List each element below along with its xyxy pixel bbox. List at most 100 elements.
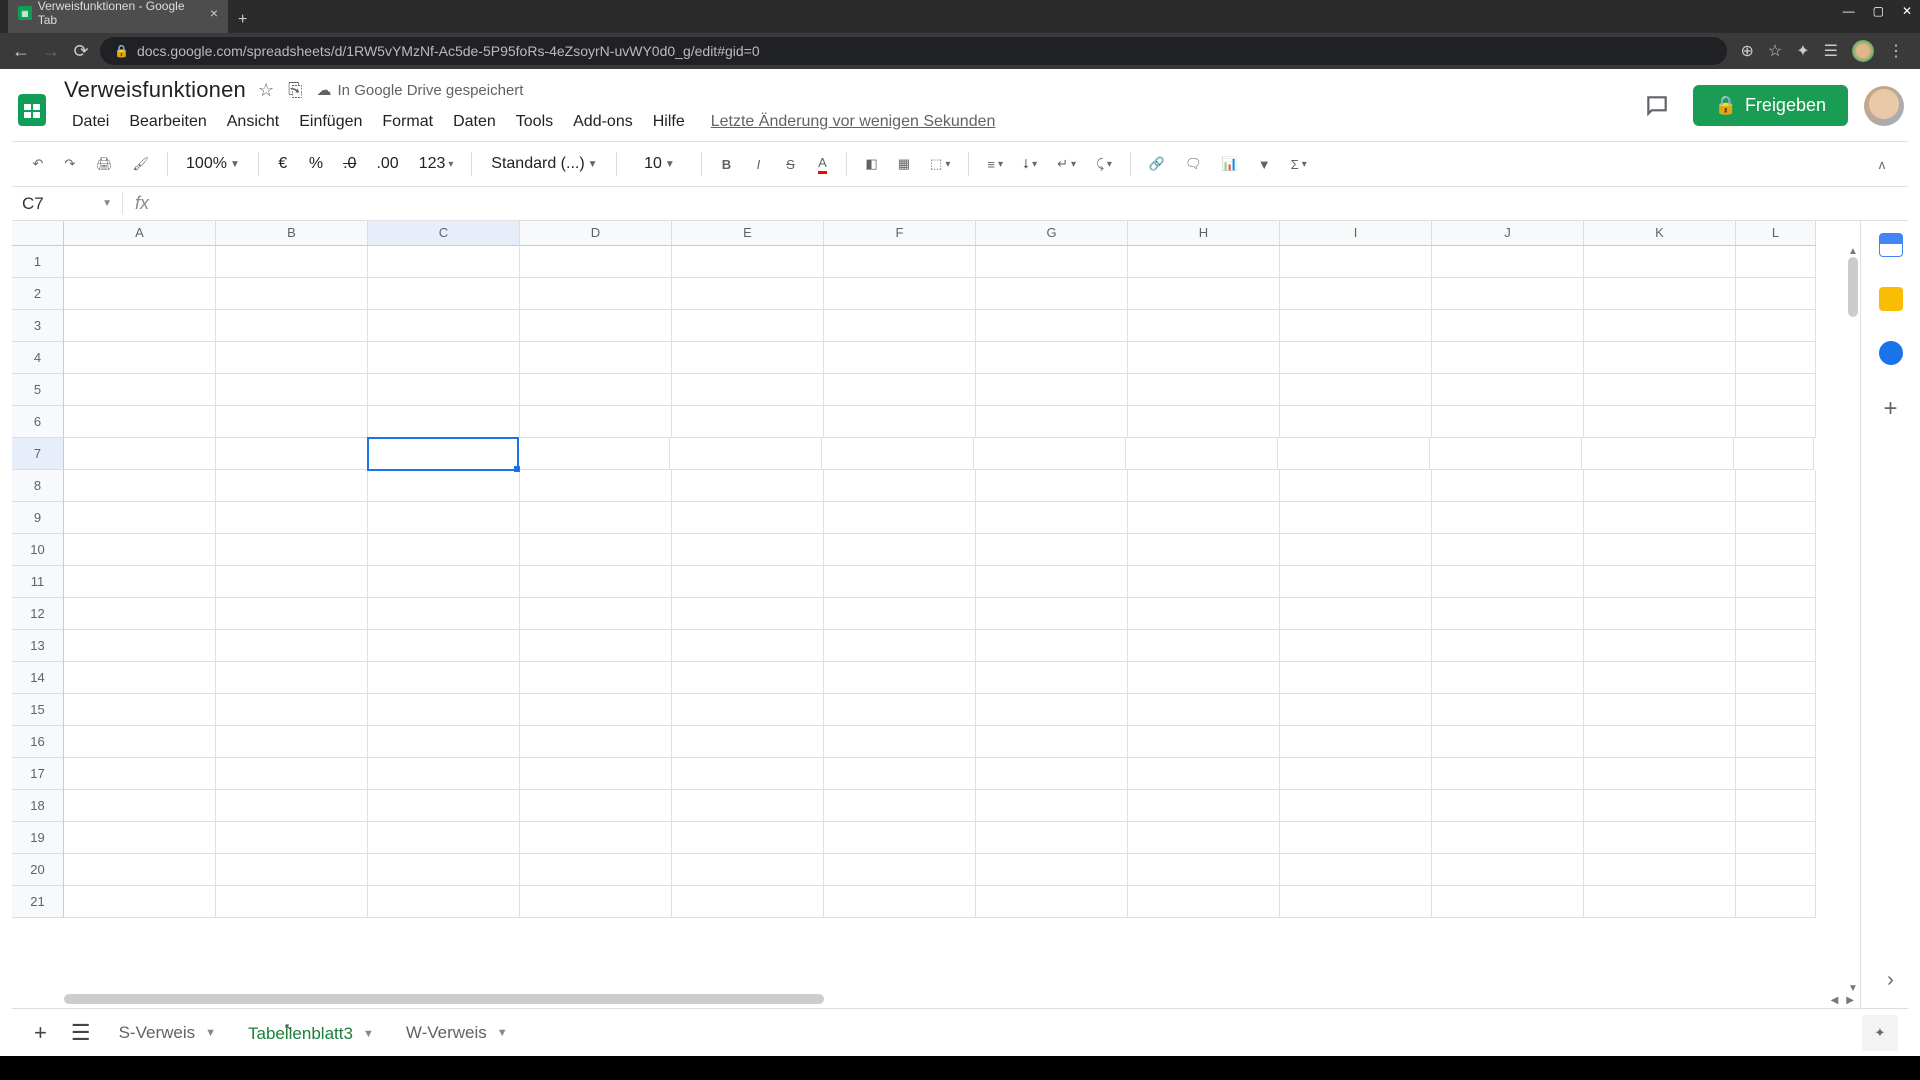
cell-D7[interactable] bbox=[518, 438, 670, 470]
cell-K7[interactable] bbox=[1582, 438, 1734, 470]
cell-G7[interactable] bbox=[974, 438, 1126, 470]
cell-L5[interactable] bbox=[1736, 374, 1816, 406]
cell-A11[interactable] bbox=[64, 566, 216, 598]
row-header-18[interactable]: 18 bbox=[12, 790, 64, 822]
cell-B20[interactable] bbox=[216, 854, 368, 886]
paint-format-button[interactable]: 🖌 bbox=[127, 152, 156, 176]
cell-K19[interactable] bbox=[1584, 822, 1736, 854]
cell-A19[interactable] bbox=[64, 822, 216, 854]
cell-E18[interactable] bbox=[672, 790, 824, 822]
col-header-J[interactable]: J bbox=[1432, 221, 1584, 246]
share-button[interactable]: 🔒 Freigeben bbox=[1693, 85, 1848, 126]
cell-H13[interactable] bbox=[1128, 630, 1280, 662]
row-header-1[interactable]: 1 bbox=[12, 246, 64, 278]
cell-E8[interactable] bbox=[672, 470, 824, 502]
cell-G16[interactable] bbox=[976, 726, 1128, 758]
cell-I15[interactable] bbox=[1280, 694, 1432, 726]
format-percent-button[interactable]: % bbox=[303, 151, 329, 177]
italic-button[interactable]: I bbox=[746, 153, 770, 176]
cell-A6[interactable] bbox=[64, 406, 216, 438]
cell-D15[interactable] bbox=[520, 694, 672, 726]
cell-E17[interactable] bbox=[672, 758, 824, 790]
cell-A8[interactable] bbox=[64, 470, 216, 502]
cell-C4[interactable] bbox=[368, 342, 520, 374]
cell-K9[interactable] bbox=[1584, 502, 1736, 534]
cell-B8[interactable] bbox=[216, 470, 368, 502]
cell-K21[interactable] bbox=[1584, 886, 1736, 918]
cell-J8[interactable] bbox=[1432, 470, 1584, 502]
cell-J12[interactable] bbox=[1432, 598, 1584, 630]
cell-B3[interactable] bbox=[216, 310, 368, 342]
cell-J5[interactable] bbox=[1432, 374, 1584, 406]
cell-F15[interactable] bbox=[824, 694, 976, 726]
cell-J20[interactable] bbox=[1432, 854, 1584, 886]
cell-E6[interactable] bbox=[672, 406, 824, 438]
cell-H7[interactable] bbox=[1126, 438, 1278, 470]
menu-edit[interactable]: Bearbeiten bbox=[121, 109, 214, 135]
cell-K18[interactable] bbox=[1584, 790, 1736, 822]
move-icon[interactable]: ⎘ bbox=[288, 80, 302, 101]
cell-G4[interactable] bbox=[976, 342, 1128, 374]
cell-A17[interactable] bbox=[64, 758, 216, 790]
cell-K4[interactable] bbox=[1584, 342, 1736, 374]
cell-E10[interactable] bbox=[672, 534, 824, 566]
cell-I21[interactable] bbox=[1280, 886, 1432, 918]
cell-B21[interactable] bbox=[216, 886, 368, 918]
cell-C5[interactable] bbox=[368, 374, 520, 406]
bookmark-star-icon[interactable]: ☆ bbox=[1768, 41, 1782, 61]
functions-button[interactable]: Σ▾ bbox=[1285, 153, 1313, 176]
cell-B12[interactable] bbox=[216, 598, 368, 630]
text-rotation-button[interactable]: ⤹▾ bbox=[1090, 152, 1118, 176]
cell-D13[interactable] bbox=[520, 630, 672, 662]
cell-C8[interactable] bbox=[368, 470, 520, 502]
cell-H17[interactable] bbox=[1128, 758, 1280, 790]
cell-A14[interactable] bbox=[64, 662, 216, 694]
row-header-10[interactable]: 10 bbox=[12, 534, 64, 566]
sheet-tab-Tabellenblatt3[interactable]: Tabellenblatt3▼ bbox=[232, 1012, 390, 1054]
star-icon[interactable]: ☆ bbox=[258, 80, 274, 101]
reading-list-icon[interactable]: ☰ bbox=[1824, 41, 1838, 61]
profile-avatar-small[interactable] bbox=[1852, 40, 1874, 62]
cell-C14[interactable] bbox=[368, 662, 520, 694]
format-currency-button[interactable]: € bbox=[271, 151, 295, 177]
scroll-left-button[interactable]: ◀ bbox=[1831, 995, 1839, 1006]
cell-K3[interactable] bbox=[1584, 310, 1736, 342]
cell-E16[interactable] bbox=[672, 726, 824, 758]
cell-E20[interactable] bbox=[672, 854, 824, 886]
cell-D12[interactable] bbox=[520, 598, 672, 630]
account-avatar[interactable] bbox=[1864, 86, 1904, 126]
cell-G5[interactable] bbox=[976, 374, 1128, 406]
close-tab-icon[interactable]: × bbox=[210, 5, 218, 21]
cell-A10[interactable] bbox=[64, 534, 216, 566]
cell-H4[interactable] bbox=[1128, 342, 1280, 374]
merge-cells-button[interactable]: ⬚▾ bbox=[924, 152, 956, 176]
cell-E3[interactable] bbox=[672, 310, 824, 342]
doc-title[interactable]: Verweisfunktionen bbox=[64, 77, 246, 103]
window-maximize-icon[interactable]: ▢ bbox=[1873, 4, 1884, 18]
vertical-scrollbar[interactable]: ▲ ▼ bbox=[1846, 246, 1860, 994]
font-family-dropdown[interactable]: Standard (...)▼ bbox=[484, 151, 604, 177]
cell-L17[interactable] bbox=[1736, 758, 1816, 790]
cell-J16[interactable] bbox=[1432, 726, 1584, 758]
cell-C2[interactable] bbox=[368, 278, 520, 310]
cell-I10[interactable] bbox=[1280, 534, 1432, 566]
cell-I5[interactable] bbox=[1280, 374, 1432, 406]
cell-J13[interactable] bbox=[1432, 630, 1584, 662]
cell-K5[interactable] bbox=[1584, 374, 1736, 406]
cell-I12[interactable] bbox=[1280, 598, 1432, 630]
chevron-down-icon[interactable]: ▼ bbox=[497, 1027, 508, 1039]
cell-L4[interactable] bbox=[1736, 342, 1816, 374]
cell-B16[interactable] bbox=[216, 726, 368, 758]
cell-B14[interactable] bbox=[216, 662, 368, 694]
cell-G8[interactable] bbox=[976, 470, 1128, 502]
cell-I19[interactable] bbox=[1280, 822, 1432, 854]
cell-K8[interactable] bbox=[1584, 470, 1736, 502]
cell-G10[interactable] bbox=[976, 534, 1128, 566]
cell-L8[interactable] bbox=[1736, 470, 1816, 502]
cell-D20[interactable] bbox=[520, 854, 672, 886]
cell-J11[interactable] bbox=[1432, 566, 1584, 598]
menu-view[interactable]: Ansicht bbox=[219, 109, 287, 135]
cell-F6[interactable] bbox=[824, 406, 976, 438]
cell-E5[interactable] bbox=[672, 374, 824, 406]
comments-button[interactable] bbox=[1637, 86, 1677, 126]
